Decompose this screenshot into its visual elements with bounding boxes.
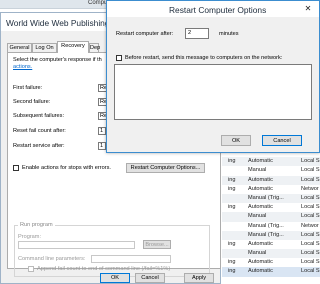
reset-fail-count-input[interactable]: 1 <box>98 127 106 135</box>
reset-fail-count-label: Reset fail count after: <box>13 128 66 134</box>
restart-message-textarea[interactable] <box>114 64 312 120</box>
enable-actions-checkbox[interactable] <box>13 165 19 171</box>
service-logon-as: Local S <box>301 194 320 201</box>
service-logon-as: Local S <box>301 231 320 238</box>
service-logon-as: Local S <box>301 176 320 183</box>
restart-after-label: Restart computer after: <box>116 31 174 37</box>
ok-button[interactable]: OK <box>100 273 130 283</box>
recovery-actions-link[interactable]: actions. <box>13 64 32 70</box>
service-startup-type: Automatic <box>248 268 273 275</box>
tab-general[interactable]: General <box>7 43 32 52</box>
program-input[interactable] <box>18 241 135 249</box>
service-logon-as: Local S <box>301 240 320 247</box>
service-startup-type: Automatic <box>248 204 273 211</box>
service-logon-as: Local S <box>301 259 320 266</box>
table-row[interactable]: Manual (Trig... Local S <box>222 230 320 240</box>
properties-title: World Wide Web Publishing <box>6 18 110 28</box>
run-program-group: Run program Program: Browse... Command l… <box>14 222 210 277</box>
restart-ok-button[interactable]: OK <box>221 135 251 146</box>
table-row[interactable]: ing Automatic Local S <box>222 240 320 249</box>
minutes-label: minutes <box>219 31 239 37</box>
service-status: ing <box>228 268 236 275</box>
service-logon-as: Local S <box>301 268 320 275</box>
service-logon-as: Networ <box>301 185 319 192</box>
table-row[interactable]: ing Automatic Local S <box>222 258 320 267</box>
restart-computer-options-button[interactable]: Restart Computer Options... <box>126 163 205 173</box>
restart-minutes-input[interactable]: 2 <box>185 28 209 39</box>
program-label: Program: <box>18 234 42 240</box>
command-line-label: Command line parameters: <box>18 256 86 262</box>
service-startup-type: Manual (Trig... <box>248 194 284 201</box>
service-startup-type: Manual (Trig... <box>248 222 284 229</box>
command-line-input[interactable] <box>91 255 171 263</box>
service-logon-as: Local S <box>301 158 320 165</box>
table-row[interactable]: Manual (Trig... Local S <box>222 193 320 204</box>
service-startup-type: Automatic <box>248 259 273 266</box>
service-startup-type: Automatic <box>248 240 273 247</box>
service-logon-as: Local S <box>301 213 320 220</box>
tab-log-on[interactable]: Log On <box>32 43 57 52</box>
service-logon-as: Local S <box>301 204 320 211</box>
close-icon[interactable]: ✕ <box>303 4 313 13</box>
service-status: ing <box>228 204 236 211</box>
service-startup-type: Manual <box>248 250 267 257</box>
restart-service-after-label: Restart service after: <box>13 143 65 149</box>
first-failure-label: First failure: <box>13 85 43 91</box>
table-row[interactable]: Manual Local S <box>222 249 320 259</box>
service-startup-type: Automatic <box>248 158 273 165</box>
service-startup-type: Manual <box>248 167 267 174</box>
table-row[interactable]: ing Automatic Networ <box>222 185 320 194</box>
tab-dependencies[interactable]: Dep <box>89 43 100 52</box>
service-startup-type: Automatic <box>248 176 273 183</box>
service-status: ing <box>228 158 236 165</box>
table-row[interactable]: ing Automatic Local S <box>222 203 320 212</box>
service-startup-type: Manual (Trig... <box>248 231 284 238</box>
append-fail-count-checkbox[interactable] <box>28 266 34 272</box>
append-fail-count-label: Append fail count to end of command line… <box>37 266 171 272</box>
services-list: Manual Local S ing Automatic Local S Manual… <box>222 148 320 277</box>
table-row[interactable]: Manual (Trig... Networ <box>222 222 320 231</box>
restart-service-after-input[interactable]: 1 <box>98 142 106 150</box>
service-logon-as: Networ <box>301 222 319 229</box>
service-status: ing <box>228 259 236 266</box>
apply-button[interactable]: Apply <box>184 273 214 283</box>
service-status: ing <box>228 240 236 247</box>
service-startup-type: Automatic <box>248 185 273 192</box>
restart-computer-options-dialog: Restart Computer Options ✕ Restart compu… <box>106 0 320 153</box>
cancel-button[interactable]: Cancel <box>135 273 165 283</box>
enable-actions-label: Enable actions for stops with errors. <box>22 165 111 171</box>
browse-button[interactable]: Browse... <box>143 240 171 249</box>
table-row[interactable]: ing Automatic Local S <box>222 157 320 167</box>
send-message-label: Before restart, send this message to com… <box>125 55 283 61</box>
service-logon-as: Local S <box>301 250 320 257</box>
second-failure-label: Second failure: <box>13 99 51 105</box>
send-message-checkbox[interactable] <box>116 55 122 61</box>
run-program-legend: Run program <box>18 222 55 228</box>
table-row[interactable]: Manual Local S <box>222 212 320 222</box>
restart-dialog-title: Restart Computer Options <box>169 5 267 15</box>
subsequent-failures-label: Subsequent failures: <box>13 113 64 119</box>
recovery-intro-text: Select the computer's response if th <box>13 57 102 63</box>
service-startup-type: Manual <box>248 213 267 220</box>
service-status: ing <box>228 176 236 183</box>
restart-dialog-titlebar: Restart Computer Options ✕ <box>107 1 319 17</box>
table-row[interactable]: ing Automatic Local S <box>222 175 320 185</box>
tab-recovery[interactable]: Recovery <box>57 41 89 53</box>
service-logon-as: Local S <box>301 167 320 174</box>
service-status: ing <box>228 185 236 192</box>
table-row[interactable]: Manual Local S <box>222 166 320 175</box>
restart-cancel-button[interactable]: Cancel <box>262 135 302 146</box>
table-row[interactable]: ing Automatic Local S <box>222 267 320 277</box>
